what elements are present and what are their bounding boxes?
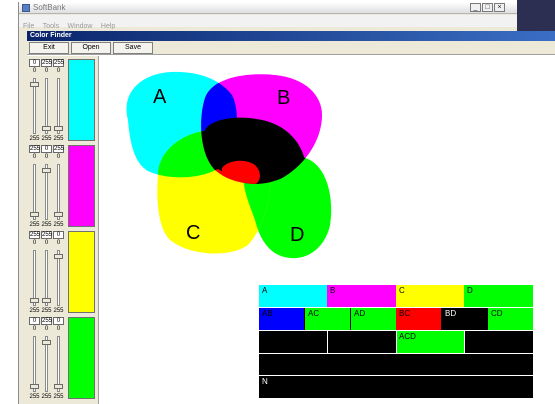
legend-grid-line	[327, 331, 328, 353]
label-c: C	[186, 222, 200, 244]
legend-ab[interactable]: AB	[259, 308, 304, 330]
legend-cd[interactable]: CD	[488, 308, 533, 330]
legend-acd[interactable]: ACD	[396, 331, 464, 353]
legend-grid-line	[396, 331, 397, 353]
legend-n[interactable]: N	[259, 376, 533, 398]
legend-grid-line	[259, 375, 533, 376]
legend-d[interactable]: D	[464, 285, 533, 307]
label-d: D	[290, 224, 304, 246]
legend-grid-line	[259, 307, 533, 308]
region-legend: A B C D AB AC AD BC BD CD ACD N	[259, 285, 533, 398]
legend-a[interactable]: A	[259, 285, 327, 307]
legend-c[interactable]: C	[396, 285, 464, 307]
legend-grid-line	[464, 331, 465, 353]
legend-b[interactable]: B	[327, 285, 396, 307]
legend-bc[interactable]: BC	[396, 308, 441, 330]
label-b: B	[277, 87, 290, 109]
legend-ad[interactable]: AD	[351, 308, 396, 330]
label-a: A	[153, 86, 167, 108]
legend-bd[interactable]: BD	[442, 308, 487, 330]
legend-grid-line	[259, 353, 533, 354]
legend-ac[interactable]: AC	[305, 308, 350, 330]
